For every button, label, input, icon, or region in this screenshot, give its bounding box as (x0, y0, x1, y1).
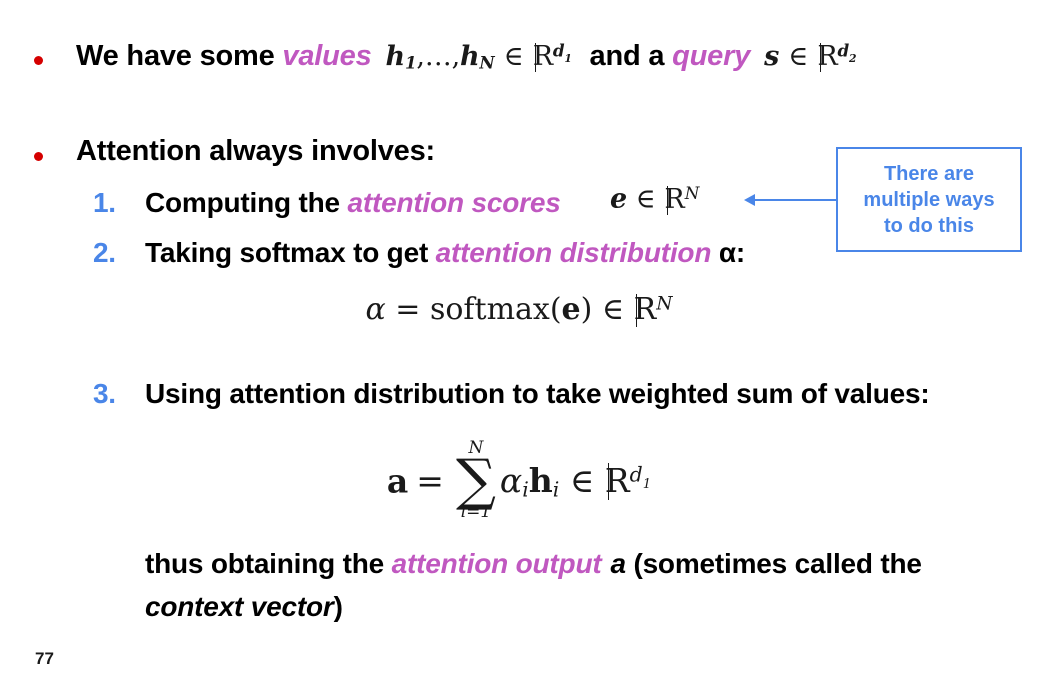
step-1-lead: Computing the (145, 187, 348, 218)
math-in-symbol-3: ∈ (635, 183, 656, 215)
step-3-text: Using attention distribution to take wei… (145, 378, 930, 409)
step-1-emph: attention scores (347, 187, 561, 218)
math-alpha: α (365, 292, 386, 327)
sigma-icon: ∑ (455, 447, 496, 513)
bullet-marker-2 (34, 152, 43, 161)
weighted-sum-equation: a= N ∑ i=1 αihi ∈ d1 (0, 439, 1038, 522)
math-exponent-d1: d (552, 40, 565, 61)
closing-tail: (sometimes called the (625, 548, 922, 579)
math-lparen: ( (549, 292, 562, 327)
step-1-number: 1. (93, 187, 116, 218)
step-2-emph: attention distribution (435, 237, 712, 268)
attention-scores-equation: e ∈ N (610, 183, 699, 215)
callout-line-1: There are (883, 162, 975, 185)
math-real-numbers-icon-2 (817, 41, 837, 73)
math-a-output: a (386, 461, 409, 501)
math-h-sub-i: i (552, 477, 560, 502)
math-exponent-d1-b: d (629, 461, 643, 486)
summation-lower-limit: i=1 (460, 501, 492, 522)
closing-line-2: context vector) (145, 591, 343, 623)
math-in-symbol: ∈ (503, 41, 524, 72)
math-rparen: ) (580, 292, 593, 327)
bullet-1-mid: and a (581, 40, 673, 72)
step-3-number: 3. (93, 378, 116, 409)
math-ellipsis: ,…, (416, 41, 460, 72)
page-number: 77 (35, 649, 54, 668)
math-exponent-N: N (684, 183, 700, 203)
bullet-1-emph-values: values (282, 40, 372, 72)
callout-line-2: multiple ways (863, 188, 995, 211)
summand-group: αihi ∈ d1 (499, 460, 652, 502)
bullet-1-lead: We have some (76, 40, 283, 72)
math-real-numbers-icon (533, 41, 553, 73)
math-h-sub-N: N (479, 52, 495, 73)
math-softmax-label: softmax (429, 292, 550, 327)
closing-var-a: a (610, 548, 626, 579)
math-real-numbers-icon-3 (664, 184, 684, 215)
step-1-text: Computing the attention scores (145, 187, 561, 219)
math-h: h (385, 41, 406, 72)
closing-lead: thus obtaining the (145, 548, 392, 579)
math-in-symbol-5: ∈ (569, 460, 595, 500)
math-e-arg: e (561, 292, 581, 327)
closing-line-1: thus obtaining the attention output a (so… (145, 548, 922, 580)
math-s: s (764, 41, 780, 72)
math-h-i: h (528, 460, 553, 500)
math-equals-2: = (416, 461, 444, 501)
math-in-symbol-4: ∈ (601, 292, 625, 327)
math-in-symbol-2: ∈ (788, 41, 809, 72)
step-2-text: Taking softmax to get attention distribu… (145, 237, 745, 269)
step-2-lead: Taking softmax to get (145, 237, 436, 268)
math-values-vector: h1,…,hN ∈ d1 (385, 40, 572, 73)
math-exponent-d1-sub-b: 1 (642, 476, 652, 492)
callout-box: There are multiple ways to do this (836, 147, 1022, 252)
slide-canvas: We have some valuesh1,…,hN ∈ d1 and a qu… (0, 0, 1038, 686)
math-alpha-i: α (499, 460, 523, 500)
softmax-equation: α = softmax(e) ∈ N (0, 292, 1038, 328)
math-real-numbers-icon-4 (634, 292, 657, 328)
bullet-2-text: Attention always involves: (76, 135, 435, 167)
math-query-vector: s ∈ d2 (764, 40, 857, 73)
math-real-numbers-icon-5 (605, 461, 630, 500)
math-e: e (610, 183, 628, 215)
step-2-number: 2. (93, 237, 116, 268)
closing-emph-attention-output: attention output (391, 548, 602, 579)
closing-emph-context-vector: context vector (145, 591, 334, 622)
bullet-1-text: We have some valuesh1,…,hN ∈ d1 and a qu… (76, 40, 857, 73)
math-exponent-d2-sub: 2 (849, 51, 857, 65)
summation-operator: N ∑ i=1 (455, 439, 496, 522)
step-2-tail: α: (711, 237, 745, 268)
callout-line-3: to do this (884, 214, 974, 237)
bullet-1-emph-query: query (672, 40, 751, 72)
math-equals: = (395, 292, 421, 327)
math-exponent-d1-sub: 1 (564, 51, 572, 65)
math-exponent-d2: d (837, 40, 850, 61)
bullet-marker-1 (34, 56, 43, 65)
callout-arrow-head-icon (744, 194, 755, 206)
closing-paren: ) (333, 591, 343, 622)
math-h-2: h (459, 41, 480, 72)
math-h-sub-1: 1 (404, 52, 417, 73)
math-exponent-N-2: N (656, 293, 673, 315)
